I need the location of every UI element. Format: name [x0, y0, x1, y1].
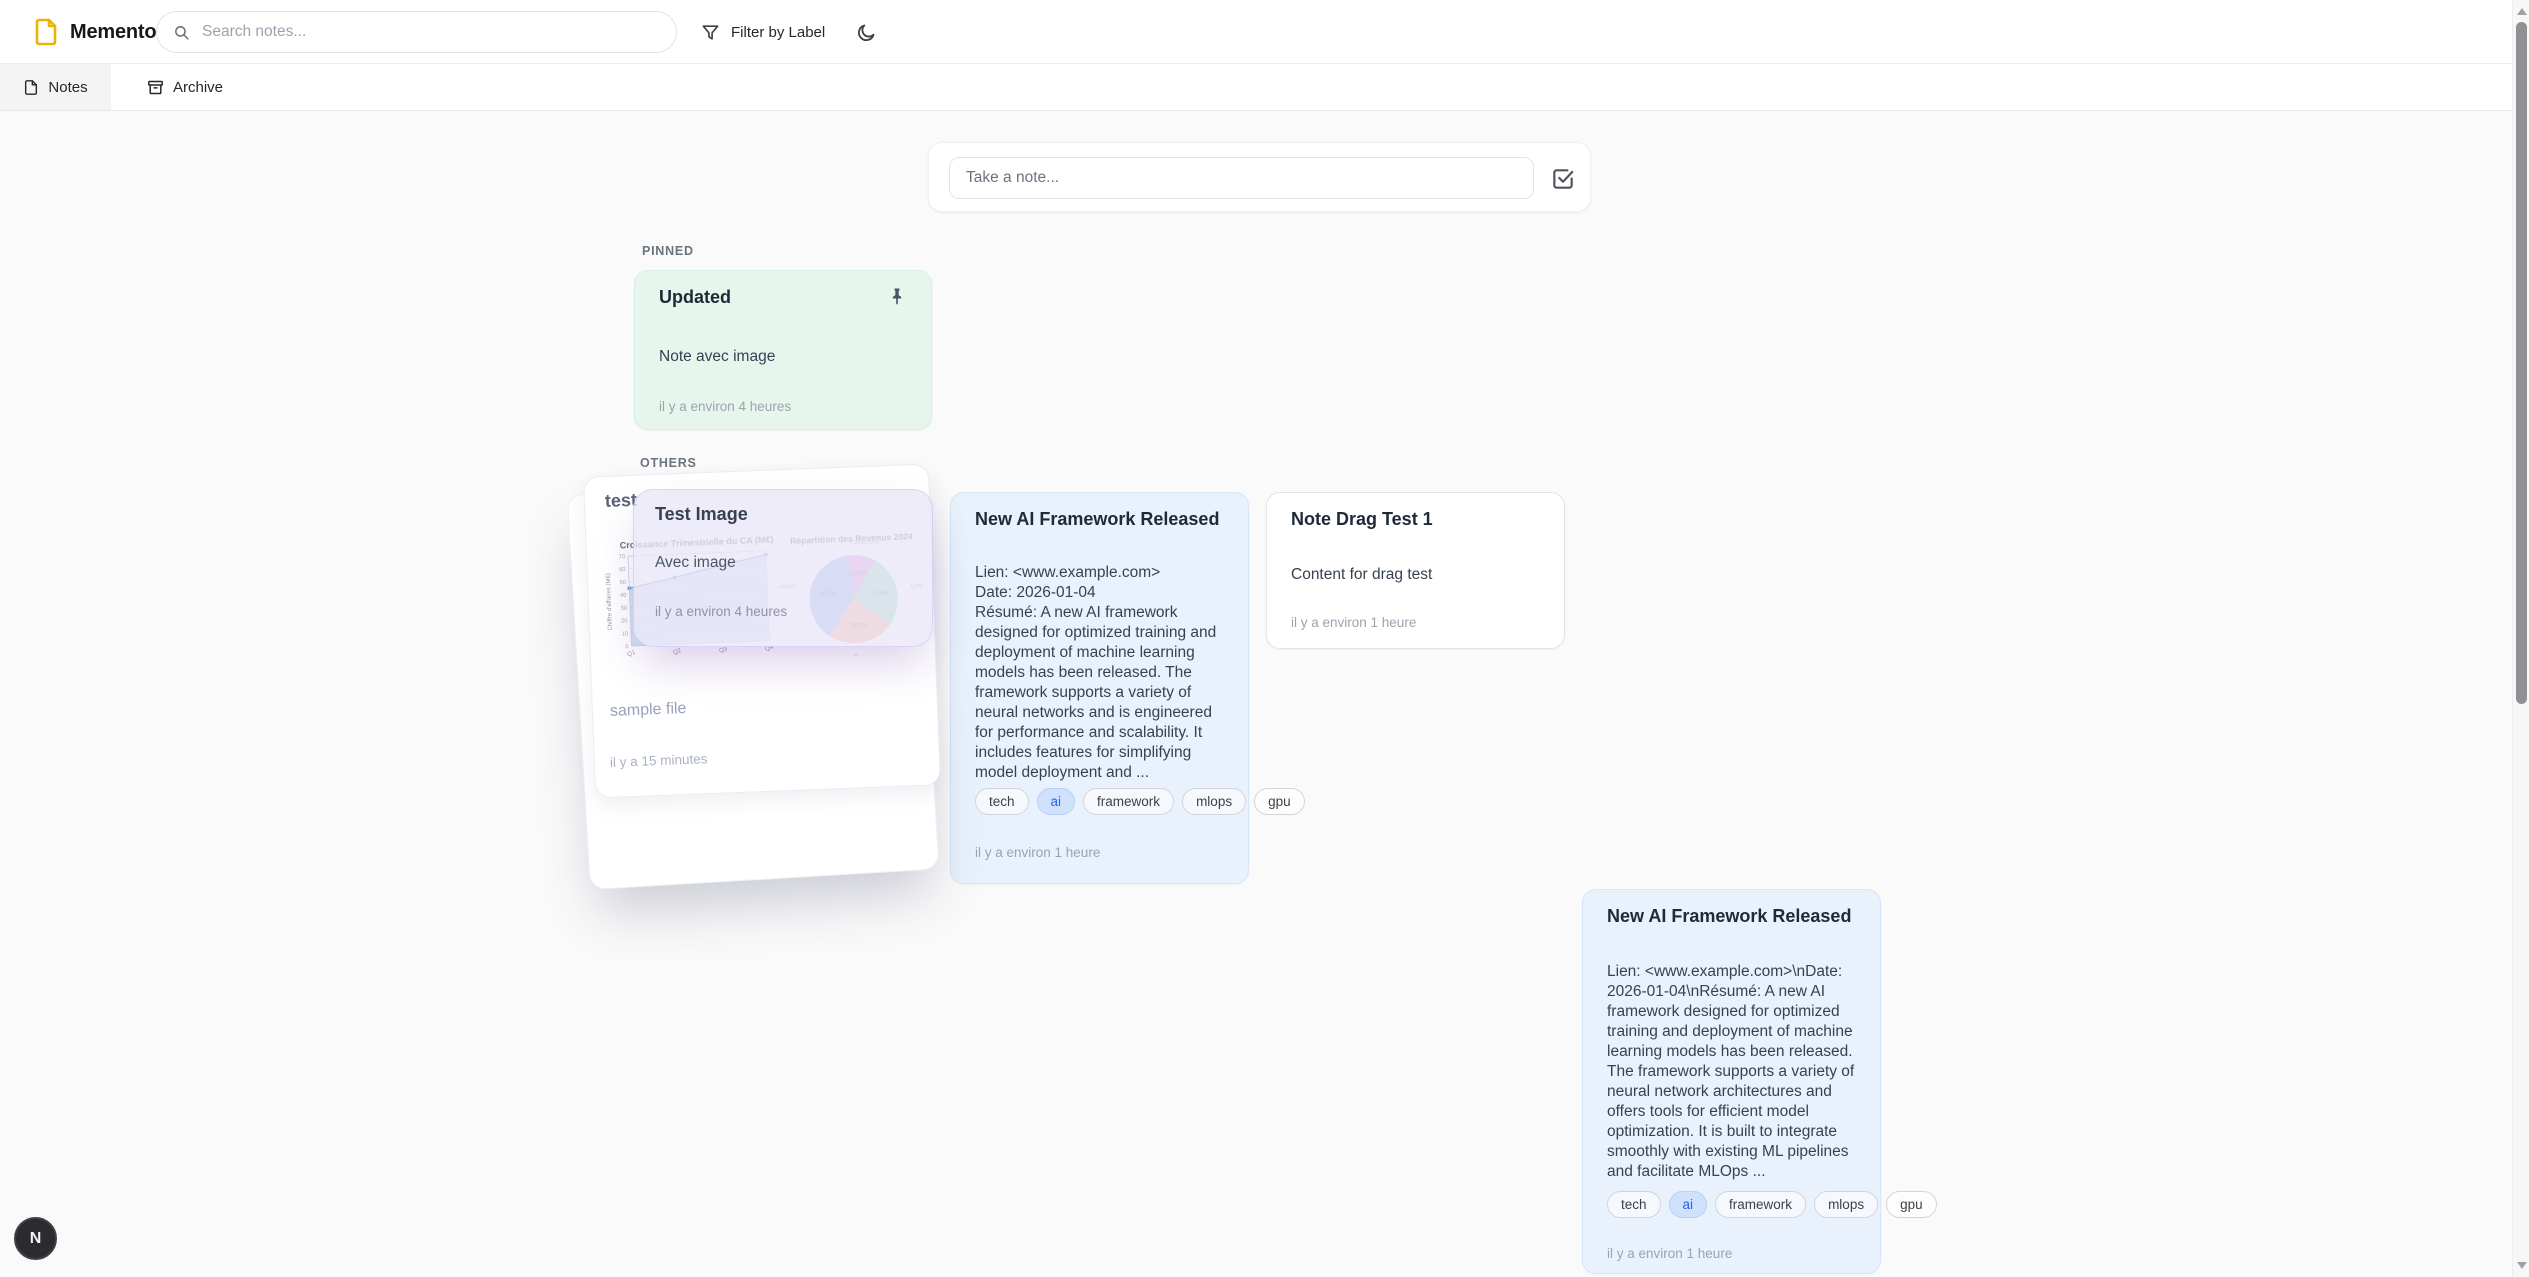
note-timestamp: il y a environ 1 heure: [975, 845, 1100, 860]
scrollbar-thumb[interactable]: [2516, 22, 2527, 704]
svg-text:40: 40: [620, 593, 627, 599]
note-card-ai-framework-bottom[interactable]: New AI Framework Released Lien: <www.exa…: [1582, 889, 1881, 1274]
take-note-input[interactable]: Take a note...: [949, 157, 1534, 199]
svg-text:Services: Services: [853, 654, 876, 658]
pin-icon[interactable]: [887, 283, 913, 309]
moon-icon: [856, 22, 877, 43]
svg-text:Q1: Q1: [626, 649, 637, 659]
scrollbar-down-arrow-icon[interactable]: [2517, 1262, 2527, 1269]
tag-ai: ai: [1669, 1191, 1708, 1218]
tag-tech: tech: [975, 788, 1029, 815]
svg-text:60: 60: [619, 567, 626, 573]
tag-framework: framework: [1715, 1191, 1806, 1218]
filter-funnel-icon: [701, 23, 720, 42]
brand: Memento: [34, 0, 156, 64]
note-card-ai-framework[interactable]: New AI Framework Released Lien: <www.exa…: [950, 492, 1249, 884]
svg-text:30: 30: [620, 606, 627, 612]
svg-text:20: 20: [621, 618, 628, 624]
avatar-initial: N: [30, 1230, 42, 1248]
new-checklist-button[interactable]: [1550, 165, 1578, 193]
note-title: Note Drag Test 1: [1291, 509, 1433, 530]
take-note-placeholder: Take a note...: [966, 169, 1059, 187]
section-label-others: OTHERS: [640, 456, 697, 470]
svg-text:70: 70: [619, 554, 626, 560]
search-placeholder: Search notes...: [202, 23, 306, 41]
note-card-updated[interactable]: Updated Note avec image il y a environ 4…: [634, 270, 932, 430]
note-content: Lien: <www.example.com> Date: 2026-01-04…: [975, 563, 1224, 783]
svg-text:10: 10: [621, 631, 628, 637]
note-title: Updated: [659, 287, 731, 308]
note-file-icon: [23, 79, 39, 96]
search-input[interactable]: Search notes...: [156, 11, 677, 53]
note-title: New AI Framework Released: [975, 509, 1219, 530]
tag-framework: framework: [1083, 788, 1174, 815]
tags-row: tech ai framework mlops gpu: [975, 788, 1305, 815]
note-title: Test Image: [655, 504, 748, 525]
note-composer: Take a note...: [928, 142, 1591, 212]
tag-ai: ai: [1037, 788, 1076, 815]
app-header: Memento Search notes... Filter by Label: [0, 0, 2529, 64]
tab-archive[interactable]: Archive: [111, 64, 259, 110]
search-icon: [173, 24, 190, 41]
svg-text:50: 50: [619, 580, 626, 586]
drag-ghost-note-card[interactable]: Test Image Avec image il y a environ 4 h…: [633, 489, 933, 647]
app-logo-note-icon: [34, 18, 58, 46]
tab-notes[interactable]: Notes: [0, 64, 111, 110]
vertical-scrollbar[interactable]: [2512, 0, 2529, 1277]
tag-gpu: gpu: [1254, 788, 1305, 815]
tags-row: tech ai framework mlops gpu: [1607, 1191, 1937, 1218]
note-timestamp: il y a environ 4 heures: [659, 399, 791, 414]
tag-mlops: mlops: [1182, 788, 1246, 815]
tab-archive-label: Archive: [173, 79, 223, 96]
tab-bar: Notes Archive: [0, 64, 2529, 111]
note-timestamp: il y a environ 1 heure: [1607, 1246, 1732, 1261]
note-content: sample file: [610, 700, 687, 721]
svg-text:Chiffre d'affaires (M€): Chiffre d'affaires (M€): [606, 573, 614, 630]
tab-notes-label: Notes: [48, 79, 87, 96]
note-content: Avec image: [655, 554, 736, 572]
check-square-icon: [1550, 166, 1578, 192]
tag-gpu: gpu: [1886, 1191, 1937, 1218]
tag-tech: tech: [1607, 1191, 1661, 1218]
filter-by-label-button[interactable]: Filter by Label: [693, 12, 833, 52]
theme-toggle-button[interactable]: [848, 14, 884, 50]
section-label-pinned: PINNED: [642, 244, 694, 258]
filter-by-label-text: Filter by Label: [731, 24, 825, 41]
svg-text:0: 0: [625, 644, 628, 650]
user-avatar-button[interactable]: N: [14, 1217, 57, 1260]
note-content: Content for drag test: [1291, 565, 1540, 585]
page-title: Memento: [70, 21, 156, 44]
note-timestamp: il y a environ 1 heure: [1291, 615, 1416, 630]
note-content: Lien: <www.example.com>\nDate: 2026-01-0…: [1607, 962, 1856, 1182]
note-card-drag-test[interactable]: Note Drag Test 1 Content for drag test i…: [1266, 492, 1565, 649]
note-timestamp: il y a environ 4 heures: [655, 604, 787, 619]
archive-box-icon: [147, 79, 164, 96]
svg-text:Q2: Q2: [672, 647, 683, 657]
note-title: New AI Framework Released: [1607, 906, 1851, 927]
note-content: Note avec image: [659, 347, 907, 367]
tag-mlops: mlops: [1814, 1191, 1878, 1218]
note-timestamp: il y a 15 minutes: [610, 751, 708, 770]
scrollbar-up-arrow-icon[interactable]: [2517, 8, 2527, 15]
